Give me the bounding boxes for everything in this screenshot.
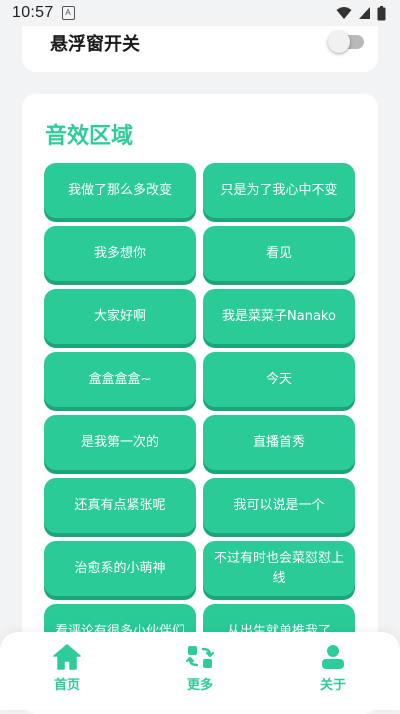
grid-arrows-icon xyxy=(186,646,214,668)
user-icon xyxy=(322,645,344,669)
signal-icon xyxy=(359,7,370,19)
sound-button[interactable]: 我可以说是一个 xyxy=(203,478,355,533)
sound-button[interactable]: 只是为了我心中不变 xyxy=(203,163,355,218)
home-icon xyxy=(53,644,81,670)
status-time: 10:57 xyxy=(12,4,54,21)
battery-icon xyxy=(377,5,386,20)
sound-section-title: 音效区域 xyxy=(45,124,134,149)
floating-window-toggle[interactable] xyxy=(328,31,364,53)
nav-item-about[interactable]: 关于 xyxy=(293,644,373,693)
sound-button[interactable]: 大家好啊 xyxy=(44,289,196,344)
nav-label-more: 更多 xyxy=(186,678,213,693)
status-right xyxy=(336,5,386,21)
floating-window-label: 悬浮窗开关 xyxy=(50,34,140,55)
toggle-knob xyxy=(328,31,350,53)
sound-button[interactable]: 今天 xyxy=(203,352,355,407)
sound-button[interactable]: 看见 xyxy=(203,226,355,281)
sound-button[interactable]: 盒盒盒盒~ xyxy=(44,352,196,407)
sound-button[interactable]: 不过有时也会菜怼怼上线 xyxy=(203,541,355,596)
sound-button[interactable]: 我做了那么多改变 xyxy=(44,163,196,218)
nav-item-home[interactable]: 首页 xyxy=(27,644,107,693)
status-bar: 10:57 A xyxy=(0,0,400,26)
nav-label-about: 关于 xyxy=(319,678,346,693)
sound-button[interactable]: 我是菜菜子Nanako xyxy=(203,289,355,344)
sound-button-grid: 我做了那么多改变 只是为了我心中不变 我多想你 看见 大家好啊 我是菜菜子Nan… xyxy=(44,163,355,659)
nav-item-more[interactable]: 更多 xyxy=(160,644,240,693)
nav-label-home: 首页 xyxy=(53,678,80,693)
bottom-nav: 首页 更多 关于 xyxy=(0,632,400,710)
sound-button[interactable]: 是我第一次的 xyxy=(44,415,196,470)
sound-button[interactable]: 治愈系的小萌神 xyxy=(44,541,196,596)
sim-icon: A xyxy=(61,6,75,20)
sound-effects-card: 音效区域 我做了那么多改变 只是为了我心中不变 我多想你 看见 大家好啊 我是菜… xyxy=(22,94,378,714)
sound-button[interactable]: 我多想你 xyxy=(44,226,196,281)
sound-button[interactable]: 直播首秀 xyxy=(203,415,355,470)
sound-button[interactable]: 还真有点紧张呢 xyxy=(44,478,196,533)
status-left: 10:57 A xyxy=(12,4,75,22)
wifi-icon xyxy=(336,7,352,19)
